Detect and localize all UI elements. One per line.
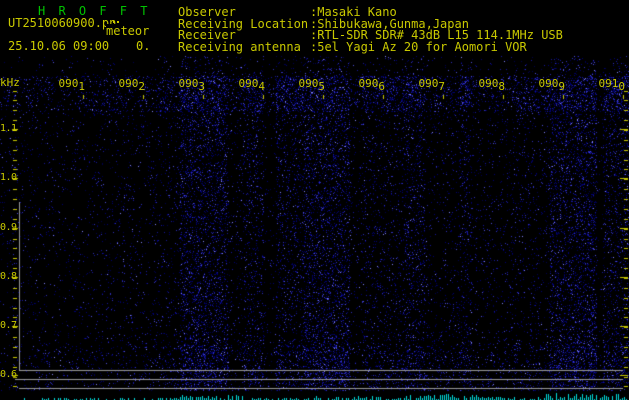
- time-axis-label: 0902: [118, 77, 146, 93]
- time-axis-label: 0910: [598, 77, 626, 93]
- station-name: meteor: [106, 24, 150, 38]
- freq-axis-label: 1.0: [0, 172, 17, 183]
- antenna-value: :5el Yagi Az 20 for Aomori VOR: [310, 40, 527, 54]
- time-axis-label: 0907: [418, 77, 446, 93]
- time-axis-label: 0909: [538, 77, 566, 93]
- time-axis-label: 0906: [358, 77, 386, 93]
- freq-axis-label: 0.8: [0, 271, 17, 282]
- hrofft-window: H R O F F T UT2510060900.pn meteor 25.10…: [0, 0, 629, 400]
- time-axis-label: 0901: [58, 77, 86, 93]
- freq-axis-label: 1.1: [0, 123, 17, 134]
- time-axis-label: 0908: [478, 77, 506, 93]
- spectrogram-canvas: [0, 0, 629, 400]
- antenna-label: Receiving antenna: [178, 40, 301, 54]
- echo-count: 0.: [136, 39, 151, 53]
- freq-axis-unit: kHz: [0, 76, 20, 89]
- output-filename: UT2510060900.pn: [8, 16, 117, 30]
- freq-axis-label: 0.6: [0, 369, 17, 380]
- info-row-antenna: Receiving antenna :5el Yagi Az 20 for Ao…: [178, 40, 629, 54]
- date-time-label: 25.10.06 09:00: [8, 39, 110, 53]
- time-axis-label: 0904: [238, 77, 266, 93]
- time-axis-label: 0903: [178, 77, 206, 93]
- freq-axis-label: 0.7: [0, 320, 17, 331]
- freq-axis-label: 0.9: [0, 222, 17, 233]
- clipped-g-artifact: [113, 21, 115, 23]
- time-axis-label: 0905: [298, 77, 326, 93]
